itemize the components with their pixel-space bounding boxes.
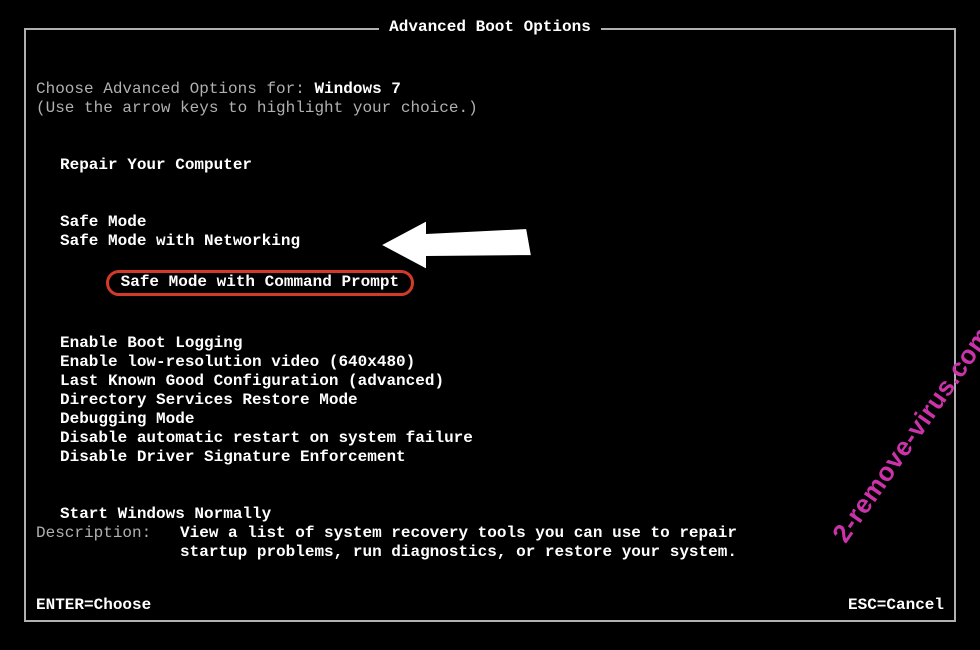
- menu-last-known-good[interactable]: Last Known Good Configuration (advanced): [36, 372, 944, 391]
- description-line1: Description: View a list of system recov…: [36, 524, 944, 543]
- description-block: Description: View a list of system recov…: [36, 524, 944, 562]
- description-text-1: View a list of system recovery tools you…: [180, 524, 737, 542]
- hint-line: (Use the arrow keys to highlight your ch…: [36, 99, 944, 118]
- choose-prefix: Choose Advanced Options for:: [36, 80, 314, 98]
- pointer-arrow-icon: [372, 214, 542, 281]
- footer-enter: ENTER=Choose: [36, 596, 151, 614]
- highlight-outline: Safe Mode with Command Prompt: [106, 270, 414, 296]
- menu-repair-your-computer[interactable]: Repair Your Computer: [36, 156, 944, 175]
- menu-low-res-video[interactable]: Enable low-resolution video (640x480): [36, 353, 944, 372]
- menu-enable-boot-logging[interactable]: Enable Boot Logging: [36, 334, 944, 353]
- menu-directory-services-restore[interactable]: Directory Services Restore Mode: [36, 391, 944, 410]
- menu-disable-auto-restart[interactable]: Disable automatic restart on system fail…: [36, 429, 944, 448]
- menu-debugging-mode[interactable]: Debugging Mode: [36, 410, 944, 429]
- page-title: Advanced Boot Options: [379, 18, 601, 36]
- description-text-2: startup problems, run diagnostics, or re…: [180, 543, 737, 561]
- description-line2: startup problems, run diagnostics, or re…: [36, 543, 944, 562]
- menu-disable-driver-sig[interactable]: Disable Driver Signature Enforcement: [36, 448, 944, 467]
- os-name: Windows 7: [314, 80, 400, 98]
- content-area: Choose Advanced Options for: Windows 7 (…: [26, 30, 954, 534]
- footer-esc: ESC=Cancel: [848, 596, 944, 614]
- description-label: Description:: [36, 524, 151, 542]
- title-wrap: Advanced Boot Options: [26, 18, 954, 36]
- menu-start-windows-normally[interactable]: Start Windows Normally: [36, 505, 944, 524]
- boot-options-frame: Advanced Boot Options Choose Advanced Op…: [24, 28, 956, 622]
- choose-line: Choose Advanced Options for: Windows 7: [36, 80, 944, 99]
- menu-safe-mode-cmd-label: Safe Mode with Command Prompt: [109, 273, 399, 291]
